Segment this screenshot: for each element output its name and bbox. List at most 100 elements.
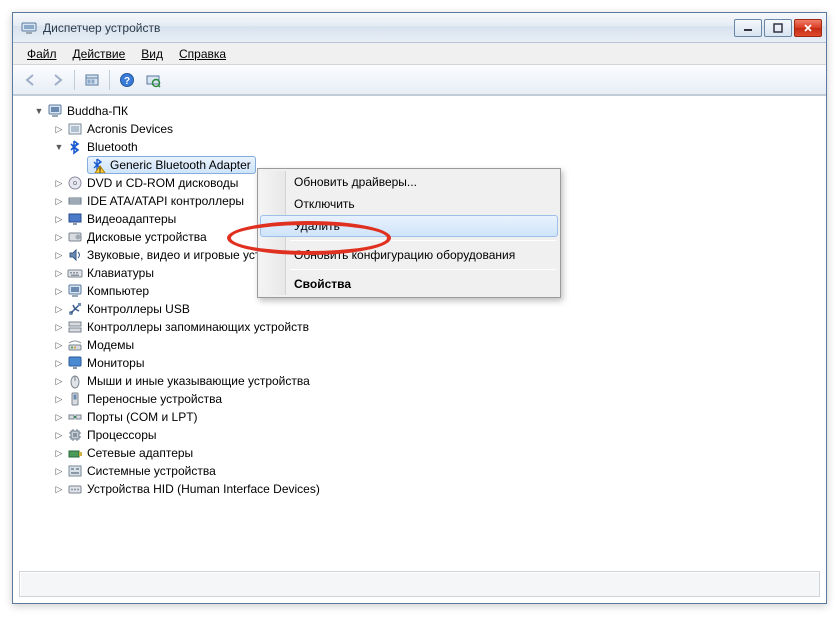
ide-controller-icon: [67, 193, 83, 209]
menu-help[interactable]: Справка: [171, 45, 234, 63]
scan-hardware-button[interactable]: [141, 68, 165, 92]
tree-node[interactable]: ▷ Модемы: [53, 336, 826, 354]
generic-device-icon: [67, 121, 83, 137]
tree-root-node[interactable]: ▼Buddha-ПК: [33, 102, 826, 120]
hid-device-icon: [67, 481, 83, 497]
expand-toggle-icon[interactable]: ▷: [53, 375, 65, 387]
context-menu-uninstall[interactable]: Удалить: [260, 215, 558, 237]
expand-toggle-icon[interactable]: ▷: [53, 411, 65, 423]
expand-toggle-icon[interactable]: ▷: [53, 195, 65, 207]
disk-drive-icon: [67, 229, 83, 245]
expand-toggle-icon[interactable]: ▷: [53, 447, 65, 459]
display-adapter-icon: [67, 211, 83, 227]
system-device-icon: [67, 463, 83, 479]
expand-toggle-icon[interactable]: ▷: [53, 267, 65, 279]
minimize-button[interactable]: [734, 19, 762, 37]
toolbar: ?: [13, 65, 826, 95]
menu-action[interactable]: Действие: [65, 45, 134, 63]
maximize-button[interactable]: [764, 19, 792, 37]
context-menu-disable[interactable]: Отключить: [260, 193, 558, 215]
tree-node-label: Контроллеры USB: [87, 300, 190, 318]
processor-icon: [67, 427, 83, 443]
nav-back-button: [19, 68, 43, 92]
tree-node-label: Bluetooth: [87, 138, 138, 156]
computer-icon: [47, 103, 63, 119]
show-hidden-button[interactable]: [80, 68, 104, 92]
tree-node-label: DVD и CD-ROM дисководы: [87, 174, 238, 192]
tree-node-label: Generic Bluetooth Adapter: [110, 156, 251, 174]
mouse-icon: [67, 373, 83, 389]
keyboard-icon: [67, 265, 83, 281]
expand-toggle-icon[interactable]: ▷: [53, 465, 65, 477]
toolbar-separator: [74, 70, 75, 90]
tree-node-label: Мониторы: [87, 354, 144, 372]
monitor-icon: [67, 355, 83, 371]
context-menu-properties[interactable]: Свойства: [260, 273, 558, 295]
modem-icon: [67, 337, 83, 353]
expand-toggle-icon[interactable]: ▷: [53, 339, 65, 351]
tree-node[interactable]: ▷ Acronis Devices: [53, 120, 826, 138]
context-menu-separator: [290, 269, 556, 270]
expand-toggle-icon[interactable]: ▷: [53, 429, 65, 441]
expand-toggle-icon[interactable]: ▷: [53, 357, 65, 369]
svg-text:?: ?: [124, 76, 130, 87]
svg-text:!: !: [99, 168, 101, 174]
context-menu-scan-hardware[interactable]: Обновить конфигурацию оборудования: [260, 244, 558, 266]
device-manager-window: Диспетчер устройств Файл Действие Вид Сп…: [12, 12, 827, 604]
menu-bar: Файл Действие Вид Справка: [13, 43, 826, 65]
network-adapter-icon: [67, 445, 83, 461]
tree-node-label: Порты (COM и LPT): [87, 408, 198, 426]
expand-toggle-icon[interactable]: ▼: [53, 141, 65, 153]
tree-node[interactable]: ▷ Процессоры: [53, 426, 826, 444]
sound-device-icon: [67, 247, 83, 263]
selected-node[interactable]: ! Generic Bluetooth Adapter: [87, 156, 256, 174]
tree-node-label: Сетевые адаптеры: [87, 444, 193, 462]
expand-toggle-icon[interactable]: ▷: [53, 393, 65, 405]
tree-node-label: Модемы: [87, 336, 134, 354]
tree-node-label: Устройства HID (Human Interface Devices): [87, 480, 320, 498]
toolbar-separator: [109, 70, 110, 90]
close-button[interactable]: [794, 19, 822, 37]
title-bar[interactable]: Диспетчер устройств: [13, 13, 826, 43]
nav-forward-button: [45, 68, 69, 92]
tree-node[interactable]: ▷ Сетевые адаптеры: [53, 444, 826, 462]
expand-toggle-icon[interactable]: ▷: [53, 249, 65, 261]
expand-toggle-icon[interactable]: ▷: [53, 321, 65, 333]
tree-node-label: Дисковые устройства: [87, 228, 207, 246]
expand-toggle-icon[interactable]: ▷: [53, 123, 65, 135]
tree-node[interactable]: ▷ Переносные устройства: [53, 390, 826, 408]
window-controls: [732, 19, 822, 37]
window-title: Диспетчер устройств: [43, 21, 732, 35]
tree-node[interactable]: ▷Мыши и иные указывающие устройства: [53, 372, 826, 390]
tree-node[interactable]: ▷ Порты (COM и LPT): [53, 408, 826, 426]
context-menu-separator: [290, 240, 556, 241]
tree-node[interactable]: ▷ Системные устройства: [53, 462, 826, 480]
tree-node-label: Acronis Devices: [87, 120, 173, 138]
expand-toggle-icon[interactable]: ▼: [33, 105, 45, 117]
expand-toggle-icon[interactable]: ▷: [53, 285, 65, 297]
context-menu: Обновить драйверы... Отключить Удалить О…: [257, 168, 561, 298]
tree-node[interactable]: ▼ Bluetooth: [53, 138, 826, 156]
bluetooth-adapter-warning-icon: !: [90, 157, 106, 173]
expand-toggle-icon[interactable]: ▷: [53, 483, 65, 495]
app-icon: [21, 20, 37, 36]
tree-node[interactable]: ▷ Устройства HID (Human Interface Devices…: [53, 480, 826, 498]
optical-drive-icon: [67, 175, 83, 191]
expand-toggle-icon[interactable]: ▷: [53, 303, 65, 315]
tree-node[interactable]: ▷Контроллеры запоминающих устройств: [53, 318, 826, 336]
expand-toggle-icon[interactable]: ▷: [53, 177, 65, 189]
expand-toggle-icon[interactable]: ▷: [53, 231, 65, 243]
tree-node[interactable]: ▷ Мониторы: [53, 354, 826, 372]
menu-file[interactable]: Файл: [19, 45, 65, 63]
portable-device-icon: [67, 391, 83, 407]
help-button[interactable]: ?: [115, 68, 139, 92]
context-menu-update-drivers[interactable]: Обновить драйверы...: [260, 171, 558, 193]
expand-toggle-icon[interactable]: ▷: [53, 213, 65, 225]
tree-node-label: Процессоры: [87, 426, 157, 444]
tree-node[interactable]: ▷ Контроллеры USB: [53, 300, 826, 318]
tree-node-label: Видеоадаптеры: [87, 210, 176, 228]
menu-view[interactable]: Вид: [133, 45, 171, 63]
tree-node-label: Переносные устройства: [87, 390, 222, 408]
device-tree: ▼Buddha-ПК ▷ Acronis Devices ▼ Bluetooth! Gen…: [17, 100, 826, 498]
tree-node-label: Системные устройства: [87, 462, 216, 480]
